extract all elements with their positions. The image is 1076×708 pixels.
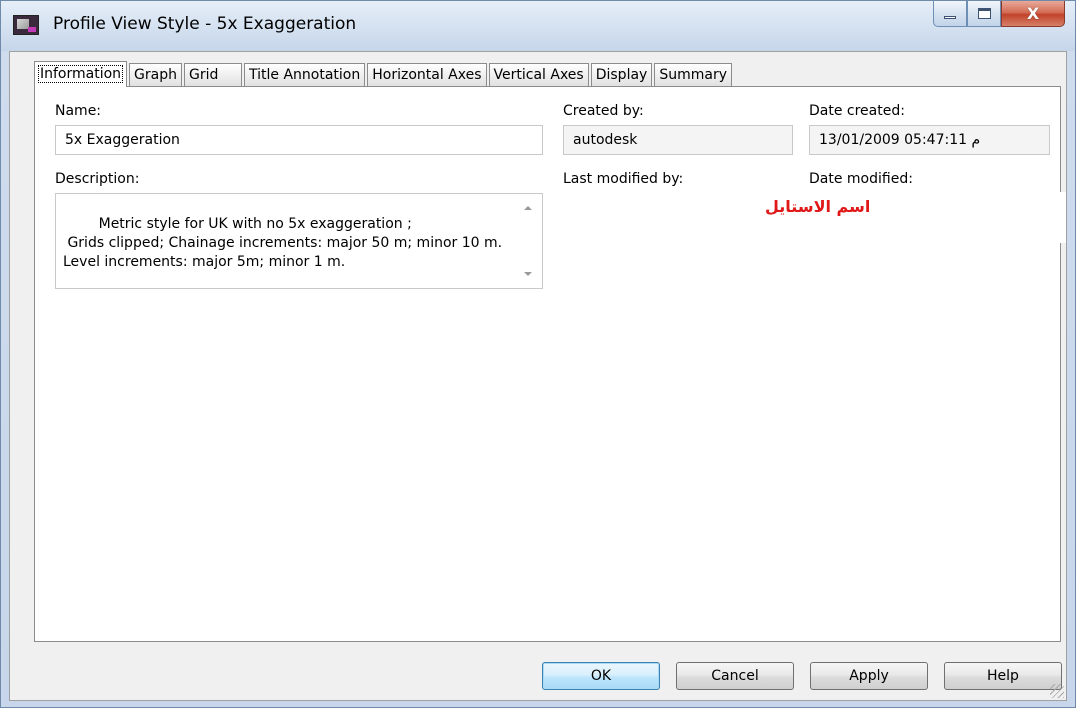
tab-grid[interactable]: Grid xyxy=(184,63,242,87)
name-label: Name: xyxy=(55,103,102,119)
created-by-field: autodesk xyxy=(563,125,793,155)
tab-information[interactable]: Information xyxy=(34,61,128,87)
scroll-down-arrow-icon[interactable] xyxy=(524,272,532,276)
description-label: Description: xyxy=(55,171,140,187)
name-field[interactable]: 5x Exaggeration xyxy=(55,125,543,155)
scroll-up-arrow-icon[interactable] xyxy=(524,206,532,210)
resize-grip-icon[interactable] xyxy=(1050,684,1064,698)
description-text: Metric style for UK with no 5x exaggerat… xyxy=(63,216,503,270)
description-textarea[interactable]: Metric style for UK with no 5x exaggerat… xyxy=(55,193,543,289)
date-created-field: 13/01/2009 05:47:11 م xyxy=(809,125,1050,155)
close-icon: X xyxy=(1026,3,1040,23)
date-modified-label: Date modified: xyxy=(809,171,913,187)
tab-summary[interactable]: Summary xyxy=(654,63,732,87)
minimize-button[interactable] xyxy=(933,1,967,27)
maximize-button[interactable] xyxy=(967,1,1001,27)
title-bar[interactable]: Profile View Style - 5x Exaggeration X xyxy=(1,1,1075,51)
caption-buttons: X xyxy=(933,1,1065,27)
tab-display[interactable]: Display xyxy=(590,63,653,87)
style-name-annotation: اسم الاستايل xyxy=(765,197,871,216)
dialog-window: Profile View Style - 5x Exaggeration X I… xyxy=(0,0,1076,708)
created-by-label: Created by: xyxy=(563,103,644,119)
dialog-client-area: Information Graph Grid Title Annotation … xyxy=(9,51,1067,701)
apply-button[interactable]: Apply xyxy=(810,662,928,690)
tab-title-annotation[interactable]: Title Annotation xyxy=(244,63,366,87)
maximize-icon xyxy=(977,8,991,19)
tab-graph[interactable]: Graph xyxy=(129,63,182,87)
tab-strip: Information Graph Grid Title Annotation … xyxy=(34,61,734,87)
cancel-button[interactable]: Cancel xyxy=(676,662,794,690)
tab-vertical-axes[interactable]: Vertical Axes xyxy=(488,63,589,87)
last-modified-by-label: Last modified by: xyxy=(563,171,684,187)
minimize-icon xyxy=(944,16,956,19)
ok-button[interactable]: OK xyxy=(542,662,660,690)
app-icon xyxy=(13,15,39,35)
close-button[interactable]: X xyxy=(1001,1,1065,27)
tab-horizontal-axes[interactable]: Horizontal Axes xyxy=(367,63,487,87)
window-title: Profile View Style - 5x Exaggeration xyxy=(53,14,357,34)
tab-label: Information xyxy=(37,65,124,83)
date-created-label: Date created: xyxy=(809,103,905,119)
information-panel: Name: 5x Exaggeration Created by: autode… xyxy=(34,86,1066,642)
help-button[interactable]: Help xyxy=(944,662,1062,690)
